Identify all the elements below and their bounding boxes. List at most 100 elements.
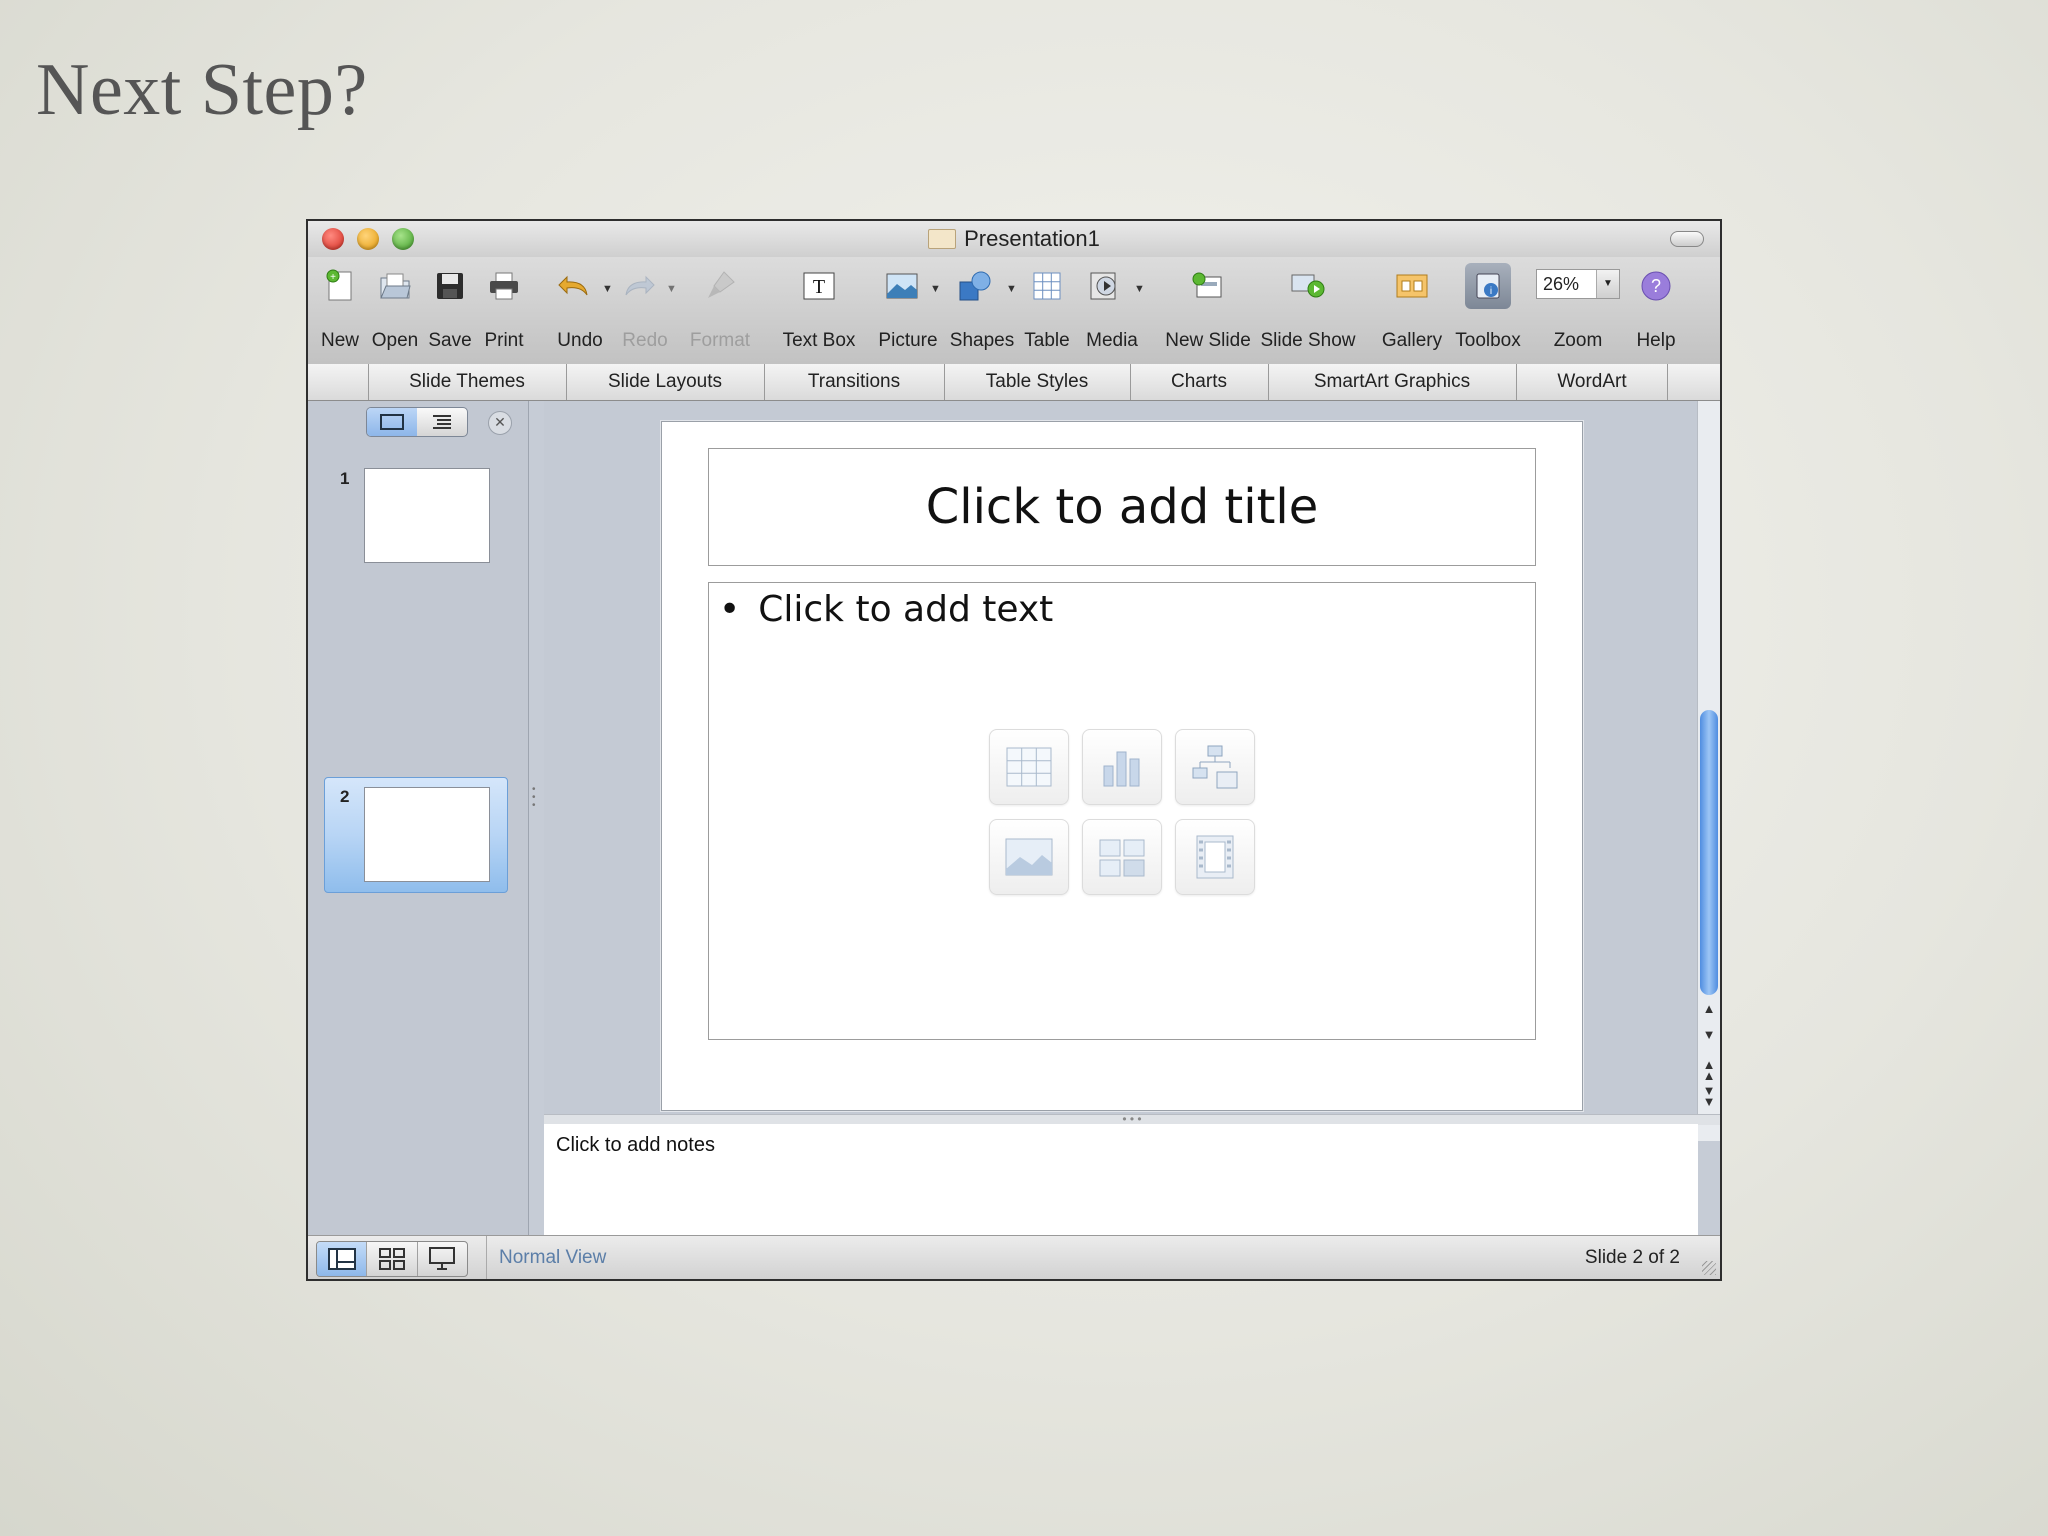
new-button[interactable]: + New bbox=[312, 257, 368, 364]
slide-editor: Click to add title • Click to add text bbox=[544, 401, 1698, 1114]
picture-icon bbox=[883, 267, 921, 305]
picture-button[interactable]: ▼ Picture bbox=[870, 257, 946, 364]
toolbar-toggle-button[interactable] bbox=[1670, 231, 1704, 247]
save-button[interactable]: Save bbox=[422, 257, 478, 364]
tab-transitions[interactable]: Transitions bbox=[764, 364, 943, 400]
insert-clip-art-button[interactable] bbox=[1082, 819, 1162, 895]
slides-view-button[interactable] bbox=[367, 408, 417, 436]
print-button[interactable]: Print bbox=[476, 257, 532, 364]
scroll-down-arrow[interactable]: ▼ bbox=[1698, 1027, 1720, 1042]
zoom-select[interactable]: 26% ▼ bbox=[1536, 269, 1620, 299]
vertical-scrollbar[interactable]: ▲ ▼ ▲ ▲ ▼ ▼ bbox=[1697, 401, 1720, 1141]
powerpoint-window: Presentation1 + New Open Save Print ▼ Un… bbox=[306, 219, 1722, 1281]
insert-movie-button[interactable] bbox=[1175, 819, 1255, 895]
gallery-icon bbox=[1393, 267, 1431, 305]
slides-view-icon bbox=[380, 414, 404, 430]
slide-canvas: Click to add title • Click to add text bbox=[661, 421, 1583, 1111]
svg-text:i: i bbox=[1490, 286, 1492, 297]
title-placeholder[interactable]: Click to add title bbox=[708, 448, 1536, 566]
toolbox-button[interactable]: i Toolbox bbox=[1450, 257, 1526, 364]
tab-slide-layouts[interactable]: Slide Layouts bbox=[566, 364, 763, 400]
pane-view-toggle bbox=[366, 407, 468, 437]
open-folder-icon bbox=[376, 267, 414, 305]
svg-text:T: T bbox=[813, 276, 825, 298]
content-placeholder-text: Click to add text bbox=[758, 589, 1054, 630]
zoom-dropdown-icon[interactable]: ▼ bbox=[1596, 270, 1619, 298]
new-document-icon: + bbox=[321, 267, 359, 305]
notes-pane[interactable]: Click to add notes bbox=[544, 1124, 1698, 1238]
resize-grip-icon[interactable] bbox=[1702, 1261, 1716, 1275]
slide-show-icon bbox=[1289, 267, 1327, 305]
close-window-button[interactable] bbox=[322, 228, 344, 250]
scroll-up-arrow[interactable]: ▲ bbox=[1698, 1001, 1720, 1016]
insert-smartart-button[interactable] bbox=[1175, 729, 1255, 805]
insert-chart-button[interactable] bbox=[1082, 729, 1162, 805]
pane-splitter[interactable]: • • • bbox=[532, 785, 538, 811]
normal-view-icon bbox=[327, 1248, 356, 1270]
insert-picture-button[interactable] bbox=[989, 819, 1069, 895]
content-placeholder[interactable]: • Click to add text bbox=[708, 582, 1536, 1040]
zoom-value: 26% bbox=[1543, 274, 1580, 294]
redo-dropdown-icon[interactable]: ▼ bbox=[666, 283, 677, 295]
slide-sorter-view-button[interactable] bbox=[367, 1242, 418, 1276]
tab-wordart[interactable]: WordArt bbox=[1516, 364, 1668, 400]
close-pane-icon[interactable]: ✕ bbox=[488, 411, 512, 435]
redo-button[interactable]: ▼ Redo bbox=[610, 257, 680, 364]
media-dropdown-icon[interactable]: ▼ bbox=[1134, 283, 1145, 295]
new-slide-button[interactable]: New Slide bbox=[1160, 257, 1256, 364]
toolbar: + New Open Save Print ▼ Undo ▼ Redo Form… bbox=[308, 257, 1720, 365]
new-slide-icon bbox=[1189, 267, 1227, 305]
help-icon: ? bbox=[1637, 267, 1675, 305]
insert-table-icon bbox=[1006, 747, 1052, 787]
toolbox-icon: i bbox=[1465, 263, 1511, 309]
help-button[interactable]: ? Help bbox=[1628, 257, 1684, 364]
insert-movie-icon bbox=[1196, 835, 1234, 879]
tab-slide-themes[interactable]: Slide Themes bbox=[368, 364, 565, 400]
shapes-icon bbox=[957, 267, 995, 305]
next-slide-arrow[interactable]: ▼ ▼ bbox=[1698, 1084, 1720, 1108]
media-button[interactable]: ▼ Media bbox=[1076, 257, 1148, 364]
undo-button[interactable]: ▼ Undo bbox=[542, 257, 618, 364]
printer-icon bbox=[485, 267, 523, 305]
window-title: Presentation1 bbox=[928, 226, 1100, 252]
tab-table-styles[interactable]: Table Styles bbox=[944, 364, 1129, 400]
insert-smartart-icon bbox=[1192, 745, 1238, 789]
insert-clip-art-icon bbox=[1099, 839, 1145, 877]
outline-view-icon bbox=[433, 415, 451, 429]
insert-content-buttons bbox=[989, 729, 1255, 895]
normal-view-button[interactable] bbox=[317, 1242, 368, 1276]
tab-smartart-graphics[interactable]: SmartArt Graphics bbox=[1268, 364, 1515, 400]
view-switcher bbox=[316, 1241, 468, 1277]
table-button[interactable]: Table bbox=[1016, 257, 1078, 364]
slide-thumbnail-2[interactable] bbox=[364, 787, 490, 882]
title-placeholder-text: Click to add title bbox=[925, 479, 1319, 535]
window-controls bbox=[322, 228, 414, 250]
insert-table-button[interactable] bbox=[989, 729, 1069, 805]
format-button[interactable]: Format bbox=[686, 257, 754, 364]
shapes-button[interactable]: ▼ Shapes bbox=[944, 257, 1020, 364]
content-bullet: • Click to add text bbox=[719, 589, 1053, 630]
zoom-window-button[interactable] bbox=[392, 228, 414, 250]
zoom-control[interactable]: 26% ▼ Zoom bbox=[1530, 257, 1626, 364]
open-button[interactable]: Open bbox=[366, 257, 424, 364]
outline-view-button[interactable] bbox=[417, 408, 467, 436]
tab-charts[interactable]: Charts bbox=[1130, 364, 1267, 400]
minimize-window-button[interactable] bbox=[357, 228, 379, 250]
picture-dropdown-icon[interactable]: ▼ bbox=[930, 283, 941, 295]
previous-slide-arrow[interactable]: ▲ ▲ bbox=[1698, 1058, 1720, 1082]
slide-sorter-icon bbox=[378, 1248, 405, 1270]
window-title-text: Presentation1 bbox=[964, 226, 1100, 251]
slide-show-view-button[interactable] bbox=[418, 1242, 467, 1276]
slide-thumbnail-pane: ✕ 1 2 bbox=[308, 401, 529, 1236]
current-view-label: Normal View bbox=[486, 1236, 606, 1279]
slide-show-button[interactable]: Slide Show bbox=[1256, 257, 1360, 364]
svg-text:?: ? bbox=[1651, 276, 1661, 296]
save-disk-icon bbox=[431, 267, 469, 305]
slide-thumbnail-1[interactable] bbox=[364, 468, 490, 563]
table-grid-icon bbox=[1028, 267, 1066, 305]
scrollbar-thumb[interactable] bbox=[1700, 710, 1718, 995]
document-icon bbox=[928, 229, 957, 249]
thumbnail-number: 1 bbox=[340, 469, 350, 488]
text-box-button[interactable]: T Text Box bbox=[776, 257, 862, 364]
gallery-button[interactable]: Gallery bbox=[1374, 257, 1450, 364]
